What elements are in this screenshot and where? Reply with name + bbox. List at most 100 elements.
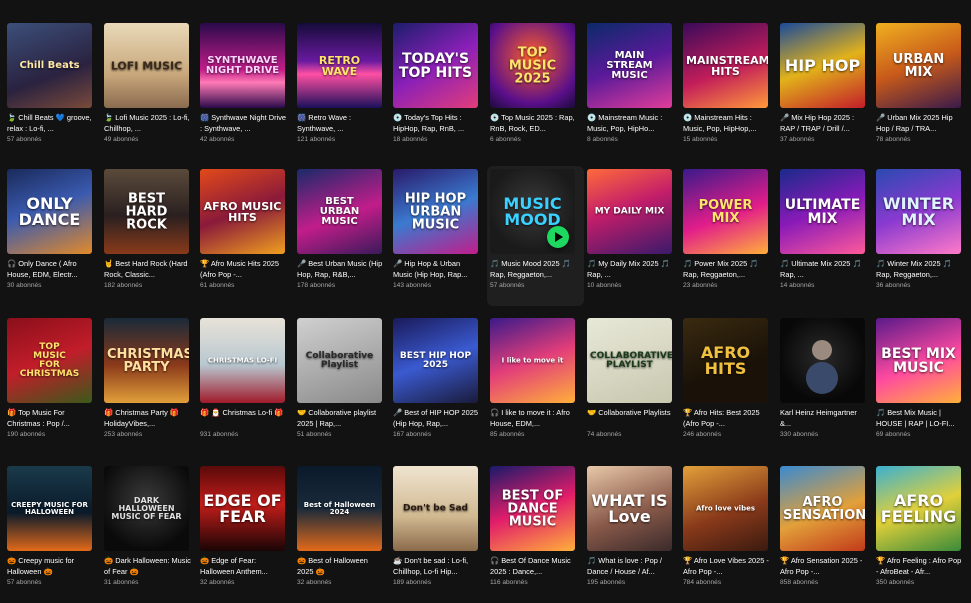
- playlist-title[interactable]: 🎵 Music Mood 2025 🎵 Rap, Reggaeton,...: [490, 258, 578, 280]
- playlist-title[interactable]: 🎤 Urban Mix 2025 Hip Hop / Rap / TRA...: [876, 112, 964, 134]
- playlist-card[interactable]: TOP MUSIC 2025 💿 Top Music 2025 : Rap, Rn…: [487, 20, 584, 160]
- playlist-cover[interactable]: Collaborative Playlist: [297, 318, 382, 403]
- playlist-card[interactable]: MY DAILY MIX 🎵 My Daily Mix 2025 🎵 Rap, .…: [584, 166, 681, 306]
- playlist-cover[interactable]: TOP MUSIC 2025: [490, 23, 575, 108]
- playlist-card[interactable]: CHRISTMAS PARTY 🎁 Christmas Party 🎁 Holid…: [101, 315, 198, 455]
- playlist-title[interactable]: 🎤 Best of HIP HOP 2025 (Hip Hop, Rap,...: [393, 407, 481, 429]
- playlist-card[interactable]: BEST URBAN MUSIC 🎤 Best Urban Music (Hip …: [294, 166, 391, 306]
- playlist-cover[interactable]: MUSIC MOOD: [490, 169, 575, 254]
- playlist-card[interactable]: WINTER MIX 🎵 Winter Mix 2025 🎵 Rap, Regga…: [873, 166, 970, 306]
- playlist-card[interactable]: DARK HALLOWEEN MUSIC OF FEAR 🎃 Dark Hallo…: [101, 463, 198, 603]
- playlist-cover[interactable]: Afro love vibes: [683, 466, 768, 551]
- playlist-title[interactable]: 🎤 Mix Hip Hop 2025 : RAP / TRAP / Drill …: [780, 112, 868, 134]
- playlist-title[interactable]: 🏆 Afro Love Vibes 2025 - Afro Pop -...: [683, 555, 771, 577]
- playlist-cover[interactable]: WHAT IS Love: [587, 466, 672, 551]
- playlist-title[interactable]: 🎁 Top Music For Christmas : Pop /...: [7, 407, 95, 429]
- playlist-card[interactable]: TOP MUSIC FOR CHRISTMAS 🎁 Top Music For C…: [4, 315, 101, 455]
- playlist-cover[interactable]: BEST HIP HOP 2025: [393, 318, 478, 403]
- playlist-card[interactable]: WHAT IS Love 🎵 What is love : Pop / Dance…: [584, 463, 681, 603]
- playlist-cover[interactable]: BEST OF DANCE MUSIC: [490, 466, 575, 551]
- playlist-card[interactable]: LOFI MUSIC 🍃 Lofi Music 2025 : Lo-fi, Chi…: [101, 20, 198, 160]
- playlist-cover[interactable]: COLLABORATIVE PLAYLIST: [587, 318, 672, 403]
- playlist-cover[interactable]: Best of Halloween 2024: [297, 466, 382, 551]
- playlist-cover[interactable]: AFRO HITS: [683, 318, 768, 403]
- playlist-title[interactable]: 🎆 Synthwave Night Drive : Synthwave, ...: [200, 112, 288, 134]
- playlist-title[interactable]: 🎃 Best of Halloween 2025 🎃: [297, 555, 385, 577]
- playlist-card[interactable]: Collaborative Playlist 🤝 Collaborative pl…: [294, 315, 391, 455]
- playlist-card[interactable]: AFRO HITS 🏆 Afro Hits: Best 2025 (Afro Po…: [680, 315, 777, 455]
- playlist-title[interactable]: 🏆 Afro Sensation 2025 - Afro Pop -...: [780, 555, 868, 577]
- playlist-title[interactable]: 🎃 Creepy music for Halloween 🎃: [7, 555, 95, 577]
- playlist-cover[interactable]: ULTIMATE MIX: [780, 169, 865, 254]
- playlist-card[interactable]: CHRISTMAS LO-FI 🎁 🎅 Christmas Lo-fi 🎁 931 …: [197, 315, 294, 455]
- playlist-card[interactable]: Karl Heinz Heimgartner &... 330 abonnés: [777, 315, 874, 455]
- playlist-cover[interactable]: LOFI MUSIC: [104, 23, 189, 108]
- playlist-title[interactable]: 🤘 Best Hard Rock (Hard Rock, Classic...: [104, 258, 192, 280]
- playlist-cover[interactable]: Chill Beats: [7, 23, 92, 108]
- playlist-card[interactable]: MAIN STREAM MUSIC 💿 Mainstream Music : Mu…: [584, 20, 681, 160]
- playlist-card[interactable]: BEST MIX MUSIC 🎵 Best Mix Music | HOUSE |…: [873, 315, 970, 455]
- playlist-title[interactable]: 🍃 Chill Beats 💙 groove, relax : Lo-fi, .…: [7, 112, 95, 134]
- playlist-title[interactable]: 💿 Top Music 2025 : Rap, RnB, Rock, ED...: [490, 112, 578, 134]
- playlist-title[interactable]: 🤝 Collaborative Playlists: [587, 407, 675, 418]
- playlist-title[interactable]: 🎵 What is love : Pop / Dance / House / A…: [587, 555, 675, 577]
- playlist-title[interactable]: 🎵 Best Mix Music | HOUSE | RAP | LO-FI..…: [876, 407, 964, 429]
- playlist-cover[interactable]: Don't be Sad: [393, 466, 478, 551]
- play-icon[interactable]: [547, 226, 569, 248]
- playlist-title[interactable]: 🎧 Only Dance ( Afro House, EDM, Electr..…: [7, 258, 95, 280]
- playlist-card[interactable]: Don't be Sad ☕ Don't be sad : Lo-fi, Chil…: [390, 463, 487, 603]
- playlist-card[interactable]: AFRO SENSATION 🏆 Afro Sensation 2025 - Af…: [777, 463, 874, 603]
- playlist-card[interactable]: I like to move it 🎧 I like to move it : A…: [487, 315, 584, 455]
- playlist-card[interactable]: ULTIMATE MIX 🎵 Ultimate Mix 2025 🎵 Rap, .…: [777, 166, 874, 306]
- playlist-title[interactable]: 🎧 I like to move it : Afro House, EDM,..…: [490, 407, 578, 429]
- playlist-title[interactable]: 🎧 Best Of Dance Music 2025 : Dance,...: [490, 555, 578, 577]
- playlist-title[interactable]: 🎤 Hip Hop & Urban Music (Hip Hop, Rap...: [393, 258, 481, 280]
- playlist-cover[interactable]: TODAY'S TOP HITS: [393, 23, 478, 108]
- playlist-card[interactable]: BEST HARD ROCK 🤘 Best Hard Rock (Hard Roc…: [101, 166, 198, 306]
- playlist-cover[interactable]: AFRO MUSIC HITS: [200, 169, 285, 254]
- playlist-cover[interactable]: MAINSTREAM HITS: [683, 23, 768, 108]
- playlist-cover[interactable]: BEST MIX MUSIC: [876, 318, 961, 403]
- playlist-card[interactable]: Afro love vibes 🏆 Afro Love Vibes 2025 - …: [680, 463, 777, 603]
- playlist-title[interactable]: 🎵 Power Mix 2025 🎵 Rap, Reggaeton,...: [683, 258, 771, 280]
- playlist-cover[interactable]: WINTER MIX: [876, 169, 961, 254]
- playlist-cover[interactable]: DARK HALLOWEEN MUSIC OF FEAR: [104, 466, 189, 551]
- playlist-title[interactable]: 🏆 Afro Feeling : Afro Pop - AfroBeat - A…: [876, 555, 964, 577]
- playlist-card[interactable]: POWER MIX 🎵 Power Mix 2025 🎵 Rap, Reggaet…: [680, 166, 777, 306]
- playlist-title[interactable]: 🏆 Afro Music Hits 2025 (Afro Pop -...: [200, 258, 288, 280]
- playlist-cover[interactable]: EDGE OF FEAR: [200, 466, 285, 551]
- playlist-cover[interactable]: AFRO SENSATION: [780, 466, 865, 551]
- playlist-cover[interactable]: BEST URBAN MUSIC: [297, 169, 382, 254]
- playlist-card[interactable]: ONLY DANCE 🎧 Only Dance ( Afro House, EDM…: [4, 166, 101, 306]
- playlist-cover[interactable]: POWER MIX: [683, 169, 768, 254]
- playlist-title[interactable]: 🏆 Afro Hits: Best 2025 (Afro Pop -...: [683, 407, 771, 429]
- playlist-cover[interactable]: CREEPY MUSIC FOR HALLOWEEN: [7, 466, 92, 551]
- playlist-title[interactable]: 🎃 Dark Halloween: Music of Fear 🎃: [104, 555, 192, 577]
- playlist-title[interactable]: 🎤 Best Urban Music (Hip Hop, Rap, R&B,..…: [297, 258, 385, 280]
- playlist-card[interactable]: EDGE OF FEAR 🎃 Edge of Fear: Halloween An…: [197, 463, 294, 603]
- playlist-cover[interactable]: I like to move it: [490, 318, 575, 403]
- playlist-title[interactable]: ☕ Don't be sad : Lo-fi, Chillhop, Lo-fi …: [393, 555, 481, 577]
- playlist-card[interactable]: BEST OF DANCE MUSIC 🎧 Best Of Dance Music…: [487, 463, 584, 603]
- playlist-title[interactable]: 🎵 Winter Mix 2025 🎵 Rap, Reggaeton,...: [876, 258, 964, 280]
- playlist-card[interactable]: TODAY'S TOP HITS 💿 Today's Top Hits : Hip…: [390, 20, 487, 160]
- playlist-title[interactable]: 💿 Mainstream Hits : Music, Pop, HipHop,.…: [683, 112, 771, 134]
- playlist-cover[interactable]: SYNTHWAVE NIGHT DRIVE: [200, 23, 285, 108]
- playlist-card[interactable]: Chill Beats 🍃 Chill Beats 💙 groove, relax…: [4, 20, 101, 160]
- playlist-title[interactable]: 💿 Today's Top Hits : HipHop, Rap, RnB, .…: [393, 112, 481, 134]
- playlist-title[interactable]: 💿 Mainstream Music : Music, Pop, HipHo..…: [587, 112, 675, 134]
- playlist-cover[interactable]: AFRO FEELING: [876, 466, 961, 551]
- playlist-card[interactable]: CREEPY MUSIC FOR HALLOWEEN 🎃 Creepy music…: [4, 463, 101, 603]
- playlist-cover[interactable]: [780, 318, 865, 403]
- playlist-card[interactable]: COLLABORATIVE PLAYLIST 🤝 Collaborative Pl…: [584, 315, 681, 455]
- playlist-card[interactable]: HIP HOP 🎤 Mix Hip Hop 2025 : RAP / TRAP /…: [777, 20, 874, 160]
- playlist-cover[interactable]: MAIN STREAM MUSIC: [587, 23, 672, 108]
- playlist-cover[interactable]: CHRISTMAS PARTY: [104, 318, 189, 403]
- playlist-title[interactable]: 🎵 My Daily Mix 2025 🎵 Rap, ...: [587, 258, 675, 280]
- playlist-cover[interactable]: URBAN MIX: [876, 23, 961, 108]
- playlist-card[interactable]: AFRO MUSIC HITS 🏆 Afro Music Hits 2025 (A…: [197, 166, 294, 306]
- playlist-title[interactable]: 🤝 Collaborative playlist 2025 | Rap,...: [297, 407, 385, 429]
- playlist-card[interactable]: Best of Halloween 2024 🎃 Best of Hallowee…: [294, 463, 391, 603]
- playlist-title[interactable]: 🎁 Christmas Party 🎁 HolidayVibes,...: [104, 407, 192, 429]
- playlist-card[interactable]: MAINSTREAM HITS 💿 Mainstream Hits : Music…: [680, 20, 777, 160]
